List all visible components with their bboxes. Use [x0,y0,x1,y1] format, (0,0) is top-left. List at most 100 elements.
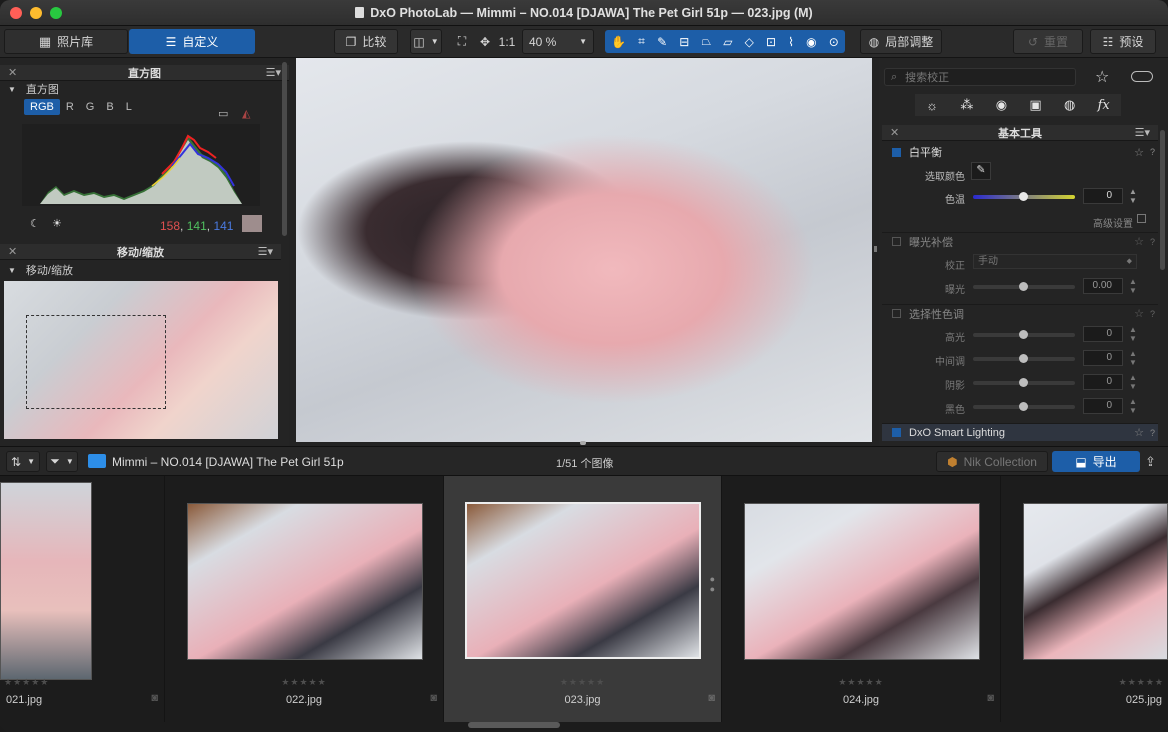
panel-menu-icon[interactable]: ☰▾ [258,245,273,258]
move-subheader[interactable]: ▼ 移动/缩放 [0,262,73,278]
zoom-100-button[interactable]: 1:1 [497,29,517,54]
camera-icon[interactable]: ◙ [987,692,994,704]
help-icon[interactable]: ? [1150,147,1155,157]
repair-icon[interactable]: ⌇ [788,35,794,49]
minimize-window-button[interactable] [30,7,42,19]
center-splitter-handle[interactable] [580,441,586,445]
zoom-select[interactable]: 40 % ▼ [522,29,594,54]
moon-icon[interactable]: ☾ [30,217,40,230]
transform-icon[interactable]: ⊡ [766,35,776,49]
help-icon[interactable]: ? [1150,237,1155,247]
exposure-value[interactable]: 0.00 [1083,278,1123,294]
share-icon[interactable]: ⇪ [1145,454,1156,470]
move-button[interactable]: ✥ [475,29,495,54]
smart-lighting-toggle[interactable] [892,428,901,437]
right-splitter-handle[interactable] [874,246,877,252]
sort-button[interactable]: ⇅ ▼ [6,451,40,472]
exposure-slider[interactable] [973,282,1075,291]
rating-stars[interactable]: ★★★★★ [0,677,164,688]
selective-tone-header[interactable]: 选择性色调 ☆ ? [882,304,1158,322]
rating-stars[interactable]: ★★★★★ [165,677,443,688]
filter-button[interactable]: ⏷ ▼ [46,451,78,472]
effects-tab-icon[interactable]: fx [1098,98,1110,113]
exposure-toggle[interactable] [892,237,901,246]
navigator-viewport-rect[interactable] [26,315,166,409]
channel-b[interactable]: B [100,99,119,115]
crop-icon[interactable]: ⌗ [638,34,645,49]
shadows-slider[interactable] [973,378,1075,387]
filmstrip-item[interactable]: ★★★★★ 022.jpg ◙ [165,476,444,722]
star-icon[interactable]: ☆ [1134,235,1144,248]
nik-collection-button[interactable]: ⬢ Nik Collection [936,451,1048,472]
eyedropper-icon[interactable]: ✎ [657,35,667,49]
slider-knob[interactable] [1019,330,1028,339]
shadows-value[interactable]: 0 [1083,374,1123,390]
local-tab-icon[interactable]: ◍ [1064,97,1075,113]
stepper-icon[interactable]: ▲ ▼ [1129,325,1137,343]
channel-l[interactable]: L [120,99,138,115]
more-icon[interactable]: ● ● [710,574,715,594]
camera-icon[interactable]: ◙ [430,692,437,704]
filmstrip-scrollbar[interactable] [468,722,560,728]
stepper-icon[interactable]: ▲ ▼ [1129,187,1137,205]
eyedropper-icon[interactable]: ✎ [971,162,991,180]
channel-r[interactable]: R [60,99,80,115]
perspective-rect-icon[interactable]: ⏥ [723,35,732,49]
detail-tab-icon[interactable]: ◉ [996,97,1007,113]
close-window-button[interactable] [10,7,22,19]
hand-icon[interactable]: ✋ [611,35,626,49]
slider-knob[interactable] [1019,354,1028,363]
star-filter-icon[interactable]: ☆ [1095,67,1109,87]
perspective-8pt-icon[interactable]: ◇ [745,35,754,49]
export-button[interactable]: ⬓ 导出 [1052,451,1140,472]
correction-select[interactable]: 手动 ◆ [973,254,1137,269]
close-icon[interactable]: ✕ [8,245,17,258]
filmstrip-item[interactable]: ★★★★★ 025.jpg [1001,476,1168,722]
folder-path[interactable]: Mimmi – NO.014 [DJAWA] The Pet Girl 51p [112,455,344,469]
rating-stars[interactable]: ★★★★★ [722,677,1000,688]
white-balance-header[interactable]: 白平衡 ☆ ? [882,143,1158,161]
red-eye-icon[interactable]: ◉ [806,35,816,49]
tab-photo-library[interactable]: ▦ 照片库 [4,29,128,54]
histogram-subheader[interactable]: ▼ 直方图 [0,81,289,97]
main-image-viewer[interactable] [296,58,872,442]
rating-stars[interactable]: ★★★★★ [444,677,721,688]
panel-menu-icon[interactable]: ☰▾ [266,66,281,79]
reset-button[interactable]: ↺ 重置 [1013,29,1083,54]
tab-customize[interactable]: ☰ 自定义 [129,29,255,54]
camera-icon[interactable]: ◙ [708,692,715,704]
help-icon[interactable]: ? [1150,309,1155,319]
panel-menu-icon[interactable]: ☰▾ [1135,126,1150,139]
star-icon[interactable]: ☆ [1134,426,1144,439]
slider-knob[interactable] [1019,378,1028,387]
temperature-slider[interactable] [973,192,1075,201]
camera-icon[interactable]: ◙ [151,692,158,704]
temperature-value[interactable]: 0 [1083,188,1123,204]
stepper-icon[interactable]: ▲ ▼ [1129,373,1137,391]
blacks-slider[interactable] [973,402,1075,411]
white-balance-toggle[interactable] [892,147,901,157]
stepper-icon[interactable]: ▲ ▼ [1129,349,1137,367]
slider-knob[interactable] [1019,192,1028,201]
star-icon[interactable]: ☆ [1134,146,1144,159]
highlights-slider[interactable] [973,330,1075,339]
sun-icon[interactable]: ☀ [52,217,62,230]
slider-knob[interactable] [1019,402,1028,411]
help-icon[interactable]: ? [1150,428,1155,438]
presets-button[interactable]: ☷ 预设 [1090,29,1156,54]
color-tab-icon[interactable]: ⁂ [960,97,973,113]
blacks-value[interactable]: 0 [1083,398,1123,414]
gamut-icon[interactable]: ◭ [242,107,250,120]
toggle-icon[interactable] [1131,71,1153,82]
midtones-value[interactable]: 0 [1083,350,1123,366]
channel-rgb[interactable]: RGB [24,99,60,115]
monitor-icon[interactable]: ▭ [218,107,228,120]
rating-stars[interactable]: ★★★★★ [1001,677,1168,688]
right-scrollbar[interactable] [1160,130,1165,270]
spot-icon[interactable]: ⊙ [829,35,839,49]
selective-tone-toggle[interactable] [892,309,901,318]
search-field[interactable]: ⌕ 搜索校正 [884,68,1076,86]
exposure-comp-header[interactable]: 曝光补偿 ☆ ? [882,232,1158,250]
view-layout-dropdown[interactable]: ◫ ▼ [410,29,442,54]
geometry-tab-icon[interactable]: ▣ [1029,97,1041,113]
